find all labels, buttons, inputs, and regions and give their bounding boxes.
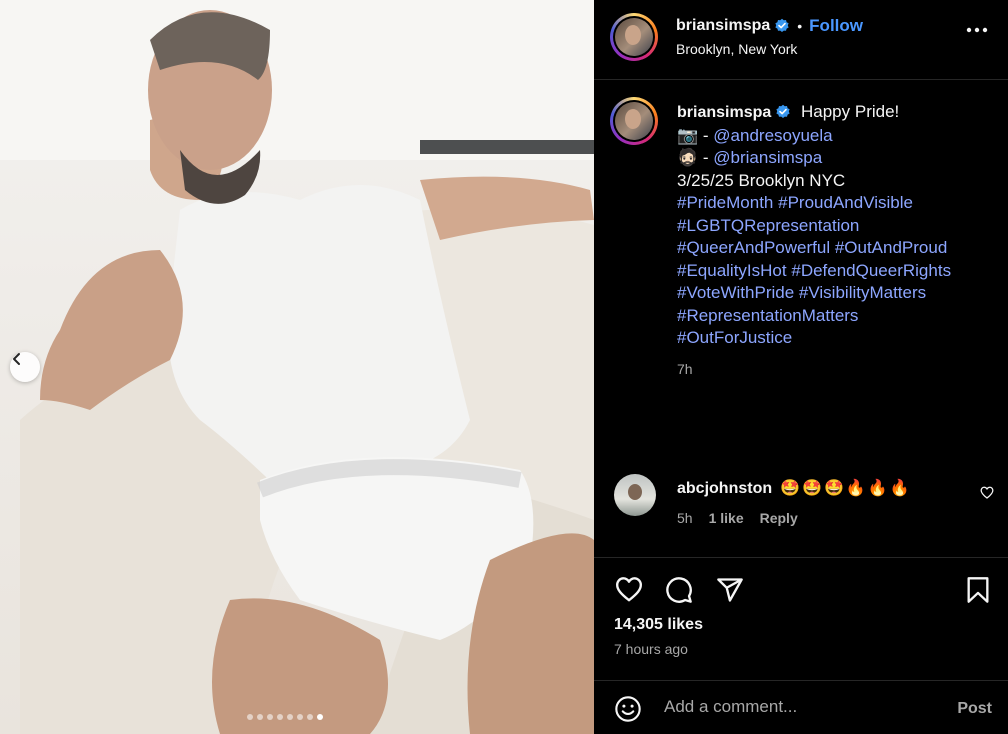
author-info: briansimspa • Follow bbox=[676, 16, 863, 36]
caption-section: briansimspa Happy Pride! 📷 - @andresoyue… bbox=[594, 81, 1008, 541]
comment-composer: Post bbox=[594, 680, 1008, 734]
carousel-dots bbox=[247, 714, 323, 720]
carousel-dot bbox=[297, 714, 303, 720]
carousel-dot bbox=[287, 714, 293, 720]
comment-age[interactable]: 5h bbox=[677, 510, 693, 526]
carousel-dot bbox=[247, 714, 253, 720]
post-location[interactable]: Brooklyn, New York bbox=[676, 41, 797, 57]
carousel-dot bbox=[257, 714, 263, 720]
author-username[interactable]: briansimspa bbox=[676, 17, 770, 35]
comment-like-heart-icon[interactable] bbox=[980, 486, 994, 499]
commenter-username[interactable]: abcjohnston bbox=[677, 480, 772, 497]
hashtag[interactable]: #VoteWithPride bbox=[677, 283, 794, 302]
comment-meta: 5h 1 like Reply bbox=[677, 510, 798, 526]
share-icon[interactable] bbox=[716, 576, 744, 604]
carousel-dot bbox=[267, 714, 273, 720]
caption-author-avatar[interactable] bbox=[610, 97, 658, 145]
separator-dot: • bbox=[797, 18, 803, 34]
post-time[interactable]: 7 hours ago bbox=[614, 641, 688, 657]
post-media[interactable] bbox=[0, 0, 594, 734]
follow-button[interactable]: Follow bbox=[809, 16, 863, 36]
hashtag[interactable]: #VisibilityMatters bbox=[799, 283, 926, 302]
action-bar bbox=[594, 557, 1008, 603]
photo-credit-line: 📷 - @andresoyuela bbox=[677, 125, 833, 145]
author-avatar[interactable] bbox=[610, 13, 658, 61]
verified-badge-icon bbox=[776, 104, 790, 118]
heart-icon[interactable] bbox=[614, 576, 644, 602]
caption-username[interactable]: briansimspa bbox=[677, 104, 771, 121]
chevron-left-icon bbox=[13, 353, 20, 365]
hashtag[interactable]: #EqualityIsHot bbox=[677, 261, 787, 280]
bookmark-icon[interactable] bbox=[966, 576, 990, 604]
comment-item: abcjohnston 🤩🤩🤩🔥🔥🔥 5h 1 like Reply bbox=[594, 474, 1008, 534]
likes-count[interactable]: 14,305 likes bbox=[614, 616, 703, 634]
hashtag[interactable]: #OutAndProud bbox=[835, 238, 947, 257]
carousel-prev-button[interactable] bbox=[10, 352, 40, 382]
carousel-dot bbox=[307, 714, 313, 720]
post-header: briansimspa • Follow Brooklyn, New York bbox=[594, 0, 1008, 80]
comment-input[interactable] bbox=[664, 697, 934, 717]
hashtag[interactable]: #DefendQueerRights bbox=[791, 261, 951, 280]
carousel-dot-active bbox=[317, 714, 323, 720]
carousel-dot bbox=[277, 714, 283, 720]
caption-age[interactable]: 7h bbox=[677, 358, 977, 381]
hashtag[interactable]: #OutForJustice bbox=[677, 328, 792, 347]
hashtag[interactable]: #QueerAndPowerful bbox=[677, 238, 830, 257]
camera-emoji: 📷 bbox=[677, 125, 699, 145]
commenter-avatar[interactable] bbox=[614, 474, 656, 516]
caption-first-line: Happy Pride! bbox=[801, 102, 900, 121]
hashtag[interactable]: #PrideMonth bbox=[677, 193, 773, 212]
model-credit-line: 🧔🏻 - @briansimspa bbox=[677, 148, 823, 167]
comment-text: 🤩🤩🤩🔥🔥🔥 bbox=[780, 480, 912, 497]
comment-icon[interactable] bbox=[665, 576, 693, 604]
hashtag[interactable]: #LGBTQRepresentation bbox=[677, 216, 859, 235]
emoji-icon[interactable] bbox=[614, 695, 642, 723]
caption-date-line: 3/25/25 Brooklyn NYC bbox=[677, 170, 846, 190]
verified-badge-icon bbox=[775, 18, 789, 32]
mention-briansimspa[interactable]: @briansimspa bbox=[713, 148, 822, 167]
hashtag[interactable]: #RepresentationMatters bbox=[677, 306, 858, 325]
man-beard-emoji: 🧔🏻 bbox=[677, 148, 699, 167]
post-comment-button[interactable]: Post bbox=[957, 700, 992, 718]
post-details-panel: briansimspa • Follow Brooklyn, New York … bbox=[594, 0, 1008, 734]
hashtag[interactable]: #ProudAndVisible bbox=[778, 193, 913, 212]
comment-reply-button[interactable]: Reply bbox=[760, 510, 798, 526]
comment-likes[interactable]: 1 like bbox=[709, 510, 744, 526]
post-photo bbox=[0, 0, 594, 734]
caption-text: briansimspa Happy Pride! 📷 - @andresoyue… bbox=[677, 101, 977, 380]
mention-andresoyuela[interactable]: @andresoyuela bbox=[713, 126, 832, 145]
more-options-icon[interactable] bbox=[966, 27, 988, 33]
